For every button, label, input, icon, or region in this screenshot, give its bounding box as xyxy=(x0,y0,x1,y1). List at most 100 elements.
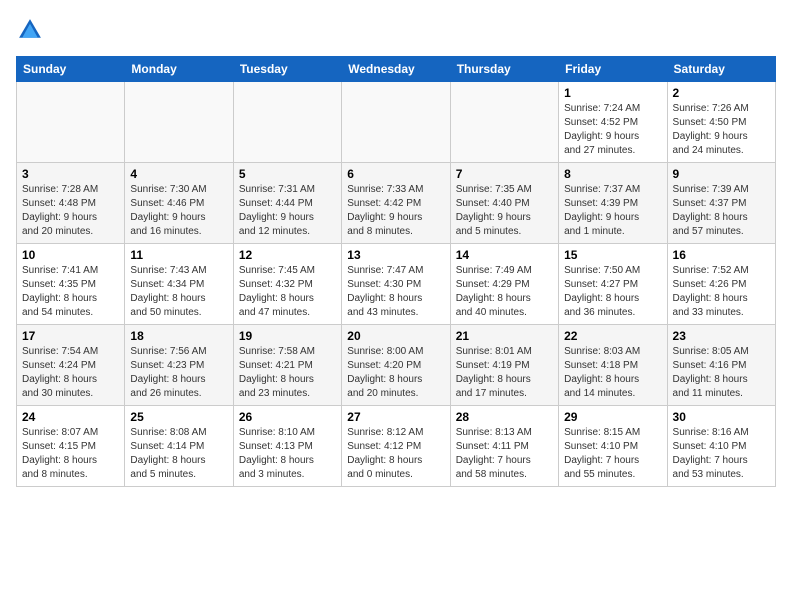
day-number: 21 xyxy=(456,329,553,343)
day-info: Sunrise: 7:31 AM Sunset: 4:44 PM Dayligh… xyxy=(239,183,336,239)
day-number: 29 xyxy=(564,410,661,424)
calendar-day-cell: 13 Sunrise: 7:47 AM Sunset: 4:30 PM Dayli… xyxy=(342,244,450,325)
day-number: 27 xyxy=(347,410,444,424)
day-info: Sunrise: 7:58 AM Sunset: 4:21 PM Dayligh… xyxy=(239,345,336,401)
day-number: 5 xyxy=(239,167,336,181)
calendar-day-cell: 24Sunrise: 8:07 AM Sunset: 4:15 PM Dayli… xyxy=(17,406,125,487)
calendar-day-cell: 29 Sunrise: 8:15 AM Sunset: 4:10 PM Dayli… xyxy=(559,406,667,487)
calendar-day-cell: 17 Sunrise: 7:54 AM Sunset: 4:24 PM Dayli… xyxy=(17,325,125,406)
day-number: 3 xyxy=(22,167,119,181)
day-info: Sunrise: 7:33 AM Sunset: 4:42 PM Dayligh… xyxy=(347,183,444,239)
calendar-week-row: 24Sunrise: 8:07 AM Sunset: 4:15 PM Dayli… xyxy=(17,406,776,487)
day-number: 25 xyxy=(130,410,227,424)
day-number: 28 xyxy=(456,410,553,424)
calendar-day-cell: 19 Sunrise: 7:58 AM Sunset: 4:21 PM Dayli… xyxy=(233,325,341,406)
weekday-row: SundayMondayTuesdayWednesdayThursdayFrid… xyxy=(17,57,776,82)
calendar-day-cell: 6 Sunrise: 7:33 AM Sunset: 4:42 PM Daylig… xyxy=(342,163,450,244)
calendar-week-row: 3Sunrise: 7:28 AM Sunset: 4:48 PM Daylig… xyxy=(17,163,776,244)
day-info: Sunrise: 8:00 AM Sunset: 4:20 PM Dayligh… xyxy=(347,345,444,401)
calendar-day-cell: 27 Sunrise: 8:12 AM Sunset: 4:12 PM Dayli… xyxy=(342,406,450,487)
calendar-day-cell xyxy=(125,82,233,163)
day-number: 15 xyxy=(564,248,661,262)
weekday-header: Wednesday xyxy=(342,57,450,82)
day-info: Sunrise: 7:52 AM Sunset: 4:26 PM Dayligh… xyxy=(673,264,770,320)
calendar-day-cell: 23 Sunrise: 8:05 AM Sunset: 4:16 PM Dayli… xyxy=(667,325,775,406)
weekday-header: Saturday xyxy=(667,57,775,82)
calendar-day-cell: 18 Sunrise: 7:56 AM Sunset: 4:23 PM Dayli… xyxy=(125,325,233,406)
calendar-week-row: 17 Sunrise: 7:54 AM Sunset: 4:24 PM Dayli… xyxy=(17,325,776,406)
day-number: 8 xyxy=(564,167,661,181)
weekday-header: Friday xyxy=(559,57,667,82)
day-number: 18 xyxy=(130,329,227,343)
day-number: 17 xyxy=(22,329,119,343)
day-info: Sunrise: 8:03 AM Sunset: 4:18 PM Dayligh… xyxy=(564,345,661,401)
day-info: Sunrise: 7:39 AM Sunset: 4:37 PM Dayligh… xyxy=(673,183,770,239)
day-info: Sunrise: 7:47 AM Sunset: 4:30 PM Dayligh… xyxy=(347,264,444,320)
day-number: 19 xyxy=(239,329,336,343)
day-number: 20 xyxy=(347,329,444,343)
calendar-day-cell: 21 Sunrise: 8:01 AM Sunset: 4:19 PM Dayli… xyxy=(450,325,558,406)
calendar-day-cell: 25 Sunrise: 8:08 AM Sunset: 4:14 PM Dayli… xyxy=(125,406,233,487)
calendar-header: SundayMondayTuesdayWednesdayThursdayFrid… xyxy=(17,57,776,82)
logo-icon xyxy=(16,16,44,44)
day-info: Sunrise: 7:50 AM Sunset: 4:27 PM Dayligh… xyxy=(564,264,661,320)
calendar-day-cell: 11 Sunrise: 7:43 AM Sunset: 4:34 PM Dayli… xyxy=(125,244,233,325)
day-info: Sunrise: 8:05 AM Sunset: 4:16 PM Dayligh… xyxy=(673,345,770,401)
calendar-day-cell: 9 Sunrise: 7:39 AM Sunset: 4:37 PM Daylig… xyxy=(667,163,775,244)
day-number: 4 xyxy=(130,167,227,181)
day-number: 10 xyxy=(22,248,119,262)
page-header xyxy=(16,16,776,44)
day-number: 9 xyxy=(673,167,770,181)
calendar-day-cell xyxy=(233,82,341,163)
calendar-day-cell: 15 Sunrise: 7:50 AM Sunset: 4:27 PM Dayli… xyxy=(559,244,667,325)
day-info: Sunrise: 7:49 AM Sunset: 4:29 PM Dayligh… xyxy=(456,264,553,320)
day-info: Sunrise: 7:26 AM Sunset: 4:50 PM Dayligh… xyxy=(673,102,770,158)
weekday-header: Sunday xyxy=(17,57,125,82)
logo xyxy=(16,16,48,44)
calendar-day-cell: 16 Sunrise: 7:52 AM Sunset: 4:26 PM Dayli… xyxy=(667,244,775,325)
day-info: Sunrise: 7:56 AM Sunset: 4:23 PM Dayligh… xyxy=(130,345,227,401)
day-info: Sunrise: 7:24 AM Sunset: 4:52 PM Dayligh… xyxy=(564,102,661,158)
weekday-header: Monday xyxy=(125,57,233,82)
calendar-body: 1 Sunrise: 7:24 AM Sunset: 4:52 PM Daylig… xyxy=(17,82,776,487)
day-info: Sunrise: 7:45 AM Sunset: 4:32 PM Dayligh… xyxy=(239,264,336,320)
calendar-day-cell: 4 Sunrise: 7:30 AM Sunset: 4:46 PM Daylig… xyxy=(125,163,233,244)
day-info: Sunrise: 7:35 AM Sunset: 4:40 PM Dayligh… xyxy=(456,183,553,239)
calendar-day-cell: 10 Sunrise: 7:41 AM Sunset: 4:35 PM Dayli… xyxy=(17,244,125,325)
calendar-day-cell: 28Sunrise: 8:13 AM Sunset: 4:11 PM Dayli… xyxy=(450,406,558,487)
day-info: Sunrise: 8:01 AM Sunset: 4:19 PM Dayligh… xyxy=(456,345,553,401)
calendar-day-cell: 7 Sunrise: 7:35 AM Sunset: 4:40 PM Daylig… xyxy=(450,163,558,244)
day-number: 11 xyxy=(130,248,227,262)
calendar-day-cell: 26Sunrise: 8:10 AM Sunset: 4:13 PM Dayli… xyxy=(233,406,341,487)
day-number: 7 xyxy=(456,167,553,181)
day-number: 30 xyxy=(673,410,770,424)
calendar-day-cell: 14Sunrise: 7:49 AM Sunset: 4:29 PM Dayli… xyxy=(450,244,558,325)
calendar-week-row: 10 Sunrise: 7:41 AM Sunset: 4:35 PM Dayli… xyxy=(17,244,776,325)
day-number: 2 xyxy=(673,86,770,100)
day-info: Sunrise: 7:41 AM Sunset: 4:35 PM Dayligh… xyxy=(22,264,119,320)
calendar-day-cell: 2 Sunrise: 7:26 AM Sunset: 4:50 PM Daylig… xyxy=(667,82,775,163)
day-info: Sunrise: 7:54 AM Sunset: 4:24 PM Dayligh… xyxy=(22,345,119,401)
day-number: 22 xyxy=(564,329,661,343)
day-number: 23 xyxy=(673,329,770,343)
day-number: 6 xyxy=(347,167,444,181)
calendar-day-cell: 20 Sunrise: 8:00 AM Sunset: 4:20 PM Dayli… xyxy=(342,325,450,406)
day-info: Sunrise: 8:15 AM Sunset: 4:10 PM Dayligh… xyxy=(564,426,661,482)
day-number: 16 xyxy=(673,248,770,262)
calendar-day-cell: 1 Sunrise: 7:24 AM Sunset: 4:52 PM Daylig… xyxy=(559,82,667,163)
day-number: 24 xyxy=(22,410,119,424)
calendar-day-cell: 5 Sunrise: 7:31 AM Sunset: 4:44 PM Daylig… xyxy=(233,163,341,244)
day-info: Sunrise: 8:08 AM Sunset: 4:14 PM Dayligh… xyxy=(130,426,227,482)
day-info: Sunrise: 7:43 AM Sunset: 4:34 PM Dayligh… xyxy=(130,264,227,320)
day-info: Sunrise: 8:12 AM Sunset: 4:12 PM Dayligh… xyxy=(347,426,444,482)
weekday-header: Tuesday xyxy=(233,57,341,82)
weekday-header: Thursday xyxy=(450,57,558,82)
day-info: Sunrise: 7:30 AM Sunset: 4:46 PM Dayligh… xyxy=(130,183,227,239)
calendar-week-row: 1 Sunrise: 7:24 AM Sunset: 4:52 PM Daylig… xyxy=(17,82,776,163)
calendar-table: SundayMondayTuesdayWednesdayThursdayFrid… xyxy=(16,56,776,487)
calendar-day-cell: 22 Sunrise: 8:03 AM Sunset: 4:18 PM Dayli… xyxy=(559,325,667,406)
day-number: 1 xyxy=(564,86,661,100)
day-number: 13 xyxy=(347,248,444,262)
day-info: Sunrise: 8:10 AM Sunset: 4:13 PM Dayligh… xyxy=(239,426,336,482)
day-info: Sunrise: 7:37 AM Sunset: 4:39 PM Dayligh… xyxy=(564,183,661,239)
